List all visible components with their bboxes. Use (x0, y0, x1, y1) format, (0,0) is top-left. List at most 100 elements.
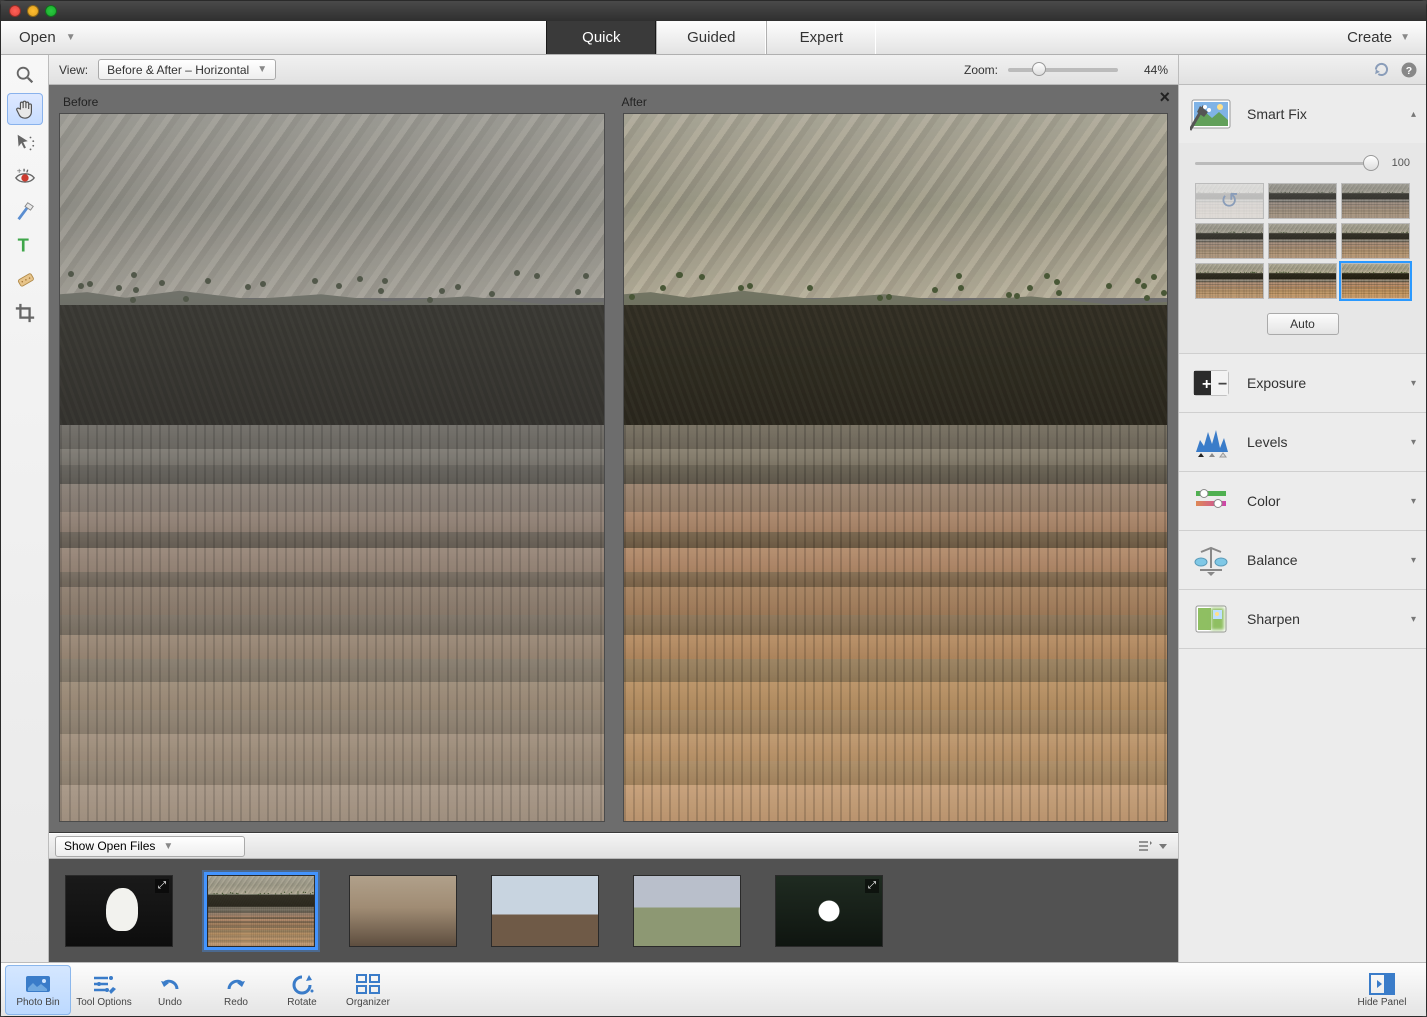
help-icon[interactable]: ? (1399, 60, 1418, 79)
reset-icon[interactable] (1372, 60, 1391, 79)
mac-titlebar (1, 1, 1426, 21)
section-balance-header[interactable]: Balance▾ (1179, 531, 1426, 589)
photobin-thumbnails: ⤢⤢ (49, 859, 1178, 962)
tool-zoom[interactable] (7, 59, 43, 91)
zoom-label: Zoom: (964, 63, 998, 77)
taskbar-redo-label: Redo (224, 997, 248, 1008)
caret-down-icon: ▼ (163, 841, 173, 852)
organizer-icon (355, 971, 381, 997)
mode-tabs: QuickGuidedExpert (92, 21, 1331, 54)
taskbar-undo-label: Undo (158, 997, 182, 1008)
section-color-title: Color (1247, 493, 1280, 509)
smartfix-preset-1[interactable] (1268, 183, 1337, 219)
smartfix-slider-value: 100 (1386, 157, 1410, 169)
expand-icon: ⤢ (155, 879, 169, 893)
photobin-thumb-0[interactable]: ⤢ (65, 875, 173, 947)
right-panel-header: ? (1179, 55, 1426, 85)
photobin-menu-icon[interactable] (1136, 837, 1154, 855)
photobin-thumb-1[interactable] (207, 875, 315, 947)
adjustments-panel: ? Smart Fix ▴ (1178, 55, 1426, 962)
redo-icon (223, 971, 249, 997)
auto-button[interactable]: Auto (1267, 313, 1339, 335)
taskbar-organizer[interactable]: Organizer (335, 965, 401, 1015)
hide-panel-icon (1369, 971, 1395, 997)
tool-quicksel[interactable] (7, 127, 43, 159)
view-label: View: (59, 63, 88, 77)
close-traffic-light[interactable] (9, 5, 21, 17)
section-smartfix-header[interactable]: Smart Fix ▴ (1179, 85, 1426, 143)
section-sharpen-header[interactable]: Sharpen▾ (1179, 590, 1426, 648)
tool-hand[interactable] (7, 93, 43, 125)
section-levels-header[interactable]: Levels▾ (1179, 413, 1426, 471)
tab-expert[interactable]: Expert (766, 21, 876, 54)
before-image-pane[interactable] (59, 113, 605, 822)
photobin-thumb-2[interactable] (349, 875, 457, 947)
before-image (60, 114, 604, 821)
smartfix-preset-4[interactable] (1268, 223, 1337, 259)
reset-preset-icon: ↺ (1196, 184, 1263, 218)
zoom-slider[interactable] (1008, 68, 1118, 72)
minimize-traffic-light[interactable] (27, 5, 39, 17)
open-menu[interactable]: Open ▼ (1, 21, 92, 54)
photobin-thumb-5[interactable]: ⤢ (775, 875, 883, 947)
caret-down-icon: ▼ (1400, 32, 1410, 43)
zoom-slider-thumb[interactable] (1032, 62, 1046, 76)
photobin-thumb-3[interactable] (491, 875, 599, 947)
sharpen-icon (1189, 600, 1233, 638)
tool-text[interactable]: T (7, 229, 43, 261)
photobin-thumb-4[interactable] (633, 875, 741, 947)
before-label: Before (55, 91, 614, 113)
smartfix-preset-2[interactable] (1341, 183, 1410, 219)
smartfix-preset-0[interactable]: ↺ (1195, 183, 1264, 219)
hide-panel-label: Hide Panel (1358, 997, 1407, 1008)
create-label: Create (1347, 29, 1392, 46)
options-bar: View: Before & After – Horizontal ▼ Zoom… (49, 55, 1178, 85)
smartfix-preset-7[interactable] (1268, 263, 1337, 299)
taskbar-redo[interactable]: Redo (203, 965, 269, 1015)
collapse-icon: ▴ (1411, 109, 1416, 120)
smartfix-slider-thumb[interactable] (1363, 155, 1379, 171)
tool-whiten[interactable] (7, 195, 43, 227)
smartfix-body: 100 ↺ Auto (1179, 143, 1426, 353)
expand-icon: ▾ (1411, 378, 1416, 389)
section-exposure-header[interactable]: +−Exposure▾ (1179, 354, 1426, 412)
create-menu[interactable]: Create ▼ (1331, 21, 1426, 54)
smartfix-preset-6[interactable] (1195, 263, 1264, 299)
section-balance: Balance▾ (1179, 531, 1426, 590)
close-document-button[interactable]: × (1159, 87, 1170, 108)
taskbar-photobin[interactable]: Photo Bin (5, 965, 71, 1015)
svg-text:T: T (17, 234, 28, 255)
taskbar-rotate[interactable]: Rotate (269, 965, 335, 1015)
photobin-dropdown[interactable]: Show Open Files ▼ (55, 836, 245, 857)
section-color: Color▾ (1179, 472, 1426, 531)
taskbar-undo[interactable]: Undo (137, 965, 203, 1015)
smartfix-preset-3[interactable] (1195, 223, 1264, 259)
section-levels-title: Levels (1247, 434, 1287, 450)
undo-icon (157, 971, 183, 997)
after-label: After (614, 91, 1173, 113)
section-smartfix: Smart Fix ▴ 100 ↺ Auto (1179, 85, 1426, 354)
svg-text:?: ? (1405, 64, 1411, 76)
after-image-pane[interactable] (623, 113, 1169, 822)
tab-quick[interactable]: Quick (546, 21, 656, 54)
photobin-collapse-icon[interactable] (1154, 837, 1172, 855)
svg-text:+: + (16, 166, 21, 175)
smartfix-slider[interactable]: 100 (1189, 147, 1416, 179)
view-dropdown[interactable]: Before & After – Horizontal ▼ (98, 59, 276, 80)
tab-guided[interactable]: Guided (656, 21, 766, 54)
taskbar-tooloptions[interactable]: Tool Options (71, 965, 137, 1015)
caret-down-icon: ▼ (257, 64, 267, 75)
tool-redeye[interactable]: + (7, 161, 43, 193)
open-label: Open (19, 29, 56, 46)
taskbar-tooloptions-label: Tool Options (76, 997, 132, 1008)
taskbar-photobin-label: Photo Bin (16, 997, 59, 1008)
zoom-traffic-light[interactable] (45, 5, 57, 17)
section-levels: Levels▾ (1179, 413, 1426, 472)
section-color-header[interactable]: Color▾ (1179, 472, 1426, 530)
smartfix-preset-5[interactable] (1341, 223, 1410, 259)
tool-crop[interactable] (7, 297, 43, 329)
photobin-dropdown-value: Show Open Files (64, 839, 155, 853)
hide-panel-button[interactable]: Hide Panel (1342, 965, 1422, 1015)
smartfix-preset-8[interactable] (1341, 263, 1410, 299)
tool-heal[interactable] (7, 263, 43, 295)
